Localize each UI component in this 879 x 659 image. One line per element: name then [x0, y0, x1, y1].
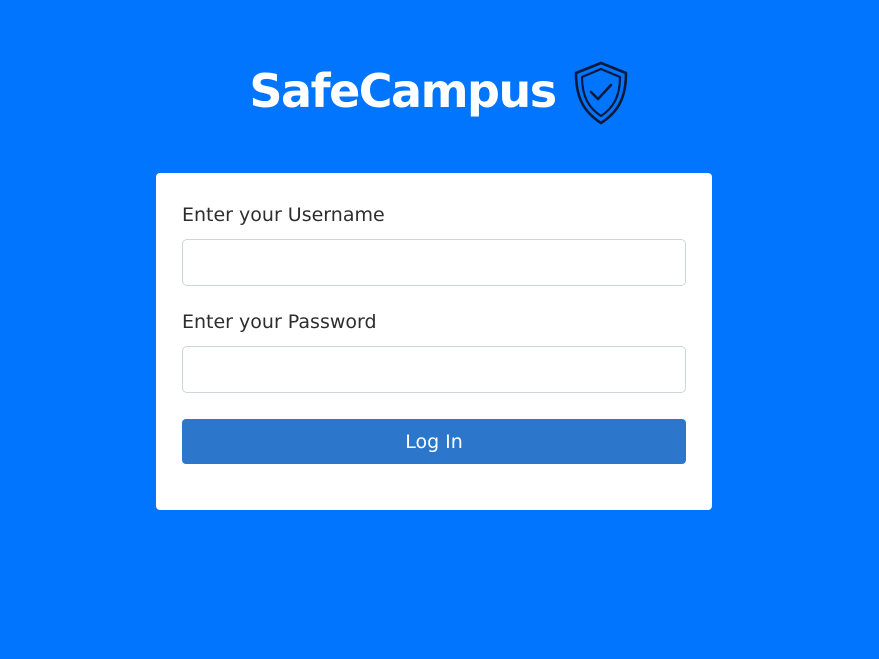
login-button[interactable]: Log In: [182, 419, 686, 464]
password-label: Enter your Password: [182, 311, 377, 333]
username-input[interactable]: [182, 239, 686, 286]
brand-header: SafeCampus: [0, 56, 879, 126]
shield-check-icon: [574, 61, 627, 125]
login-card: Enter your Username Enter your Password …: [156, 173, 712, 510]
password-input[interactable]: [182, 346, 686, 393]
brand-title: SafeCampus: [249, 64, 557, 118]
username-label: Enter your Username: [182, 204, 385, 226]
